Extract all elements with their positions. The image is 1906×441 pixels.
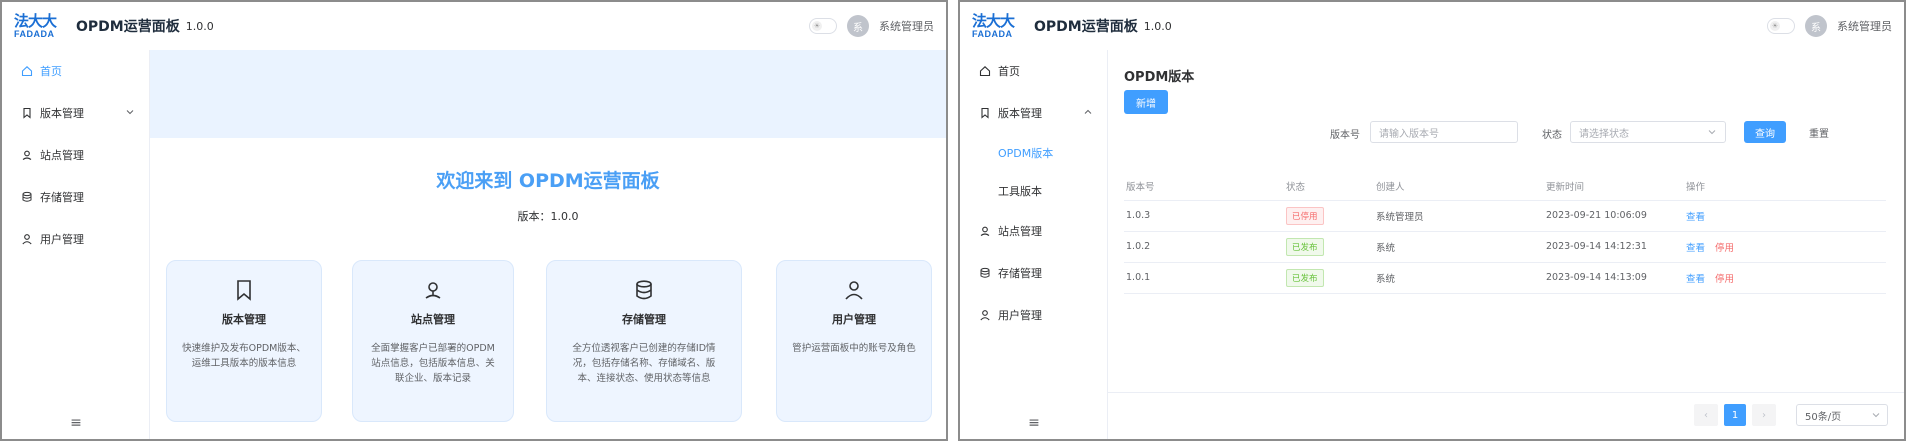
view-link[interactable]: 查看 xyxy=(1686,243,1705,254)
user-icon xyxy=(777,279,931,303)
location-icon xyxy=(978,224,992,238)
home-screen: 法大大 FADADA OPDM运营面板 1.0.0 ☀ 系 系统管理员 首页 版… xyxy=(0,0,948,441)
user-name[interactable]: 系统管理员 xyxy=(1837,18,1892,34)
bookmark-icon xyxy=(20,106,34,120)
card-user[interactable]: 用户管理 管护运营面板中的账号及角色 xyxy=(776,260,932,422)
user-name[interactable]: 系统管理员 xyxy=(879,18,934,34)
page-title: OPDM版本 xyxy=(1124,70,1195,85)
theme-toggle[interactable]: ☀ xyxy=(1767,18,1795,34)
user-icon xyxy=(978,308,992,322)
view-link[interactable]: 查看 xyxy=(1686,274,1705,285)
database-icon xyxy=(20,190,34,204)
table-row: 1.0.1 已发布 系统 2023-09-14 14:13:09 查看 停用 xyxy=(1124,262,1886,294)
prev-page-button[interactable]: ‹ xyxy=(1694,404,1718,426)
database-icon xyxy=(547,279,741,303)
sidebar-item-storage[interactable]: 存储管理 xyxy=(960,252,1107,294)
sidebar-item-site[interactable]: 站点管理 xyxy=(960,210,1107,252)
sidebar-subitem-opdm-version[interactable]: OPDM版本 xyxy=(960,134,1107,172)
sun-icon: ☀ xyxy=(812,21,822,31)
fadada-logo[interactable]: 法大大 FADADA xyxy=(14,11,66,41)
top-bar: 法大大 FADADA OPDM运营面板 1.0.0 ☀ 系 系统管理员 xyxy=(960,2,1904,50)
chevron-down-icon xyxy=(1871,408,1881,425)
view-link[interactable]: 查看 xyxy=(1686,212,1705,223)
top-bar: 法大大 FADADA OPDM运营面板 1.0.0 ☀ 系 系统管理员 xyxy=(2,2,946,50)
welcome-title: 欢迎来到 OPDM运营面板 xyxy=(436,170,660,192)
status-badge: 已发布 xyxy=(1286,268,1324,287)
card-version[interactable]: 版本管理 快速维护及发布OPDM版本、运维工具版本的版本信息 xyxy=(166,260,322,422)
home-banner xyxy=(150,50,946,138)
version-input[interactable]: 请输入版本号 xyxy=(1370,121,1518,143)
sidebar-item-storage[interactable]: 存储管理 xyxy=(2,176,149,218)
home-main: 欢迎来到 OPDM运营面板 版本：1.0.0 版本管理 快速维护及发布OPDM版… xyxy=(150,50,946,439)
bookmark-icon xyxy=(978,106,992,120)
sidebar-item-version[interactable]: 版本管理 xyxy=(2,92,149,134)
app-title: OPDM运营面板 xyxy=(1034,19,1138,35)
chevron-down-icon xyxy=(125,107,135,120)
page-1-button[interactable]: 1 xyxy=(1724,404,1746,426)
status-badge: 已发布 xyxy=(1286,237,1324,256)
database-icon xyxy=(978,266,992,280)
user-icon xyxy=(20,232,34,246)
sidebar-item-user[interactable]: 用户管理 xyxy=(960,294,1107,336)
version-table: 版本号 状态 创建人 更新时间 操作 1.0.3 已停用 系统管理员 2023-… xyxy=(1124,172,1886,294)
sidebar-subitem-tool-version[interactable]: 工具版本 xyxy=(960,172,1107,210)
add-button[interactable]: 新增 xyxy=(1124,90,1168,114)
sidebar-item-version[interactable]: 版本管理 xyxy=(960,92,1107,134)
sidebar-item-site[interactable]: 站点管理 xyxy=(2,134,149,176)
opdm-version-screen: 法大大 FADADA OPDM运营面板 1.0.0 ☀ 系 系统管理员 首页 版… xyxy=(958,0,1906,441)
avatar[interactable]: 系 xyxy=(847,15,869,37)
version-filter-label: 版本号 xyxy=(1330,130,1360,141)
status-select[interactable]: 请选择状态 xyxy=(1570,121,1726,143)
disable-link[interactable]: 停用 xyxy=(1715,274,1734,285)
fadada-logo[interactable]: 法大大 FADADA xyxy=(972,11,1024,41)
bookmark-icon xyxy=(167,279,321,303)
version-line: 版本：1.0.0 xyxy=(517,210,579,223)
sidebar: 首页 版本管理 OPDM版本 工具版本 站点管理 存储管理 用户管理 ≡ xyxy=(960,50,1108,439)
page-size-select[interactable]: 50条/页 xyxy=(1796,404,1888,426)
disable-link[interactable]: 停用 xyxy=(1715,243,1734,254)
sidebar-item-user[interactable]: 用户管理 xyxy=(2,218,149,260)
sidebar-item-home[interactable]: 首页 xyxy=(2,50,149,92)
status-filter-label: 状态 xyxy=(1542,130,1562,141)
app-version: 1.0.0 xyxy=(1143,19,1172,33)
status-badge: 已停用 xyxy=(1286,206,1324,225)
card-site[interactable]: 站点管理 全面掌握客户已部署的OPDM站点信息，包括版本信息、关联企业、版本记录 xyxy=(352,260,514,422)
table-row: 1.0.2 已发布 系统 2023-09-14 14:12:31 查看 停用 xyxy=(1124,231,1886,263)
version-main: OPDM版本 新增 版本号 请输入版本号 状态 请选择状态 查询 重置 版本号 … xyxy=(1108,50,1904,439)
sun-icon: ☀ xyxy=(1770,21,1780,31)
footer-divider xyxy=(1108,392,1904,393)
location-icon xyxy=(20,148,34,162)
reset-button[interactable]: 重置 xyxy=(1798,121,1840,143)
location-icon xyxy=(353,279,513,303)
theme-toggle[interactable]: ☀ xyxy=(809,18,837,34)
home-icon xyxy=(20,64,34,78)
sidebar: 首页 版本管理 站点管理 存储管理 用户管理 ≡ xyxy=(2,50,150,439)
sidebar-item-home[interactable]: 首页 xyxy=(960,50,1107,92)
avatar[interactable]: 系 xyxy=(1805,15,1827,37)
app-title: OPDM运营面板 xyxy=(76,19,180,35)
table-row: 1.0.3 已停用 系统管理员 2023-09-21 10:06:09 查看 xyxy=(1124,200,1886,232)
next-page-button[interactable]: › xyxy=(1752,404,1776,426)
home-icon xyxy=(978,64,992,78)
chevron-down-icon xyxy=(1707,125,1717,142)
collapse-menu-icon[interactable]: ≡ xyxy=(960,415,1108,431)
card-storage[interactable]: 存储管理 全方位透视客户已创建的存储ID情况，包括存储名称、存储域名、版本、连接… xyxy=(546,260,742,422)
table-header-row: 版本号 状态 创建人 更新时间 操作 xyxy=(1124,172,1886,201)
collapse-menu-icon[interactable]: ≡ xyxy=(2,415,150,431)
chevron-up-icon xyxy=(1083,107,1093,120)
query-button[interactable]: 查询 xyxy=(1744,121,1786,143)
app-version: 1.0.0 xyxy=(185,19,214,33)
